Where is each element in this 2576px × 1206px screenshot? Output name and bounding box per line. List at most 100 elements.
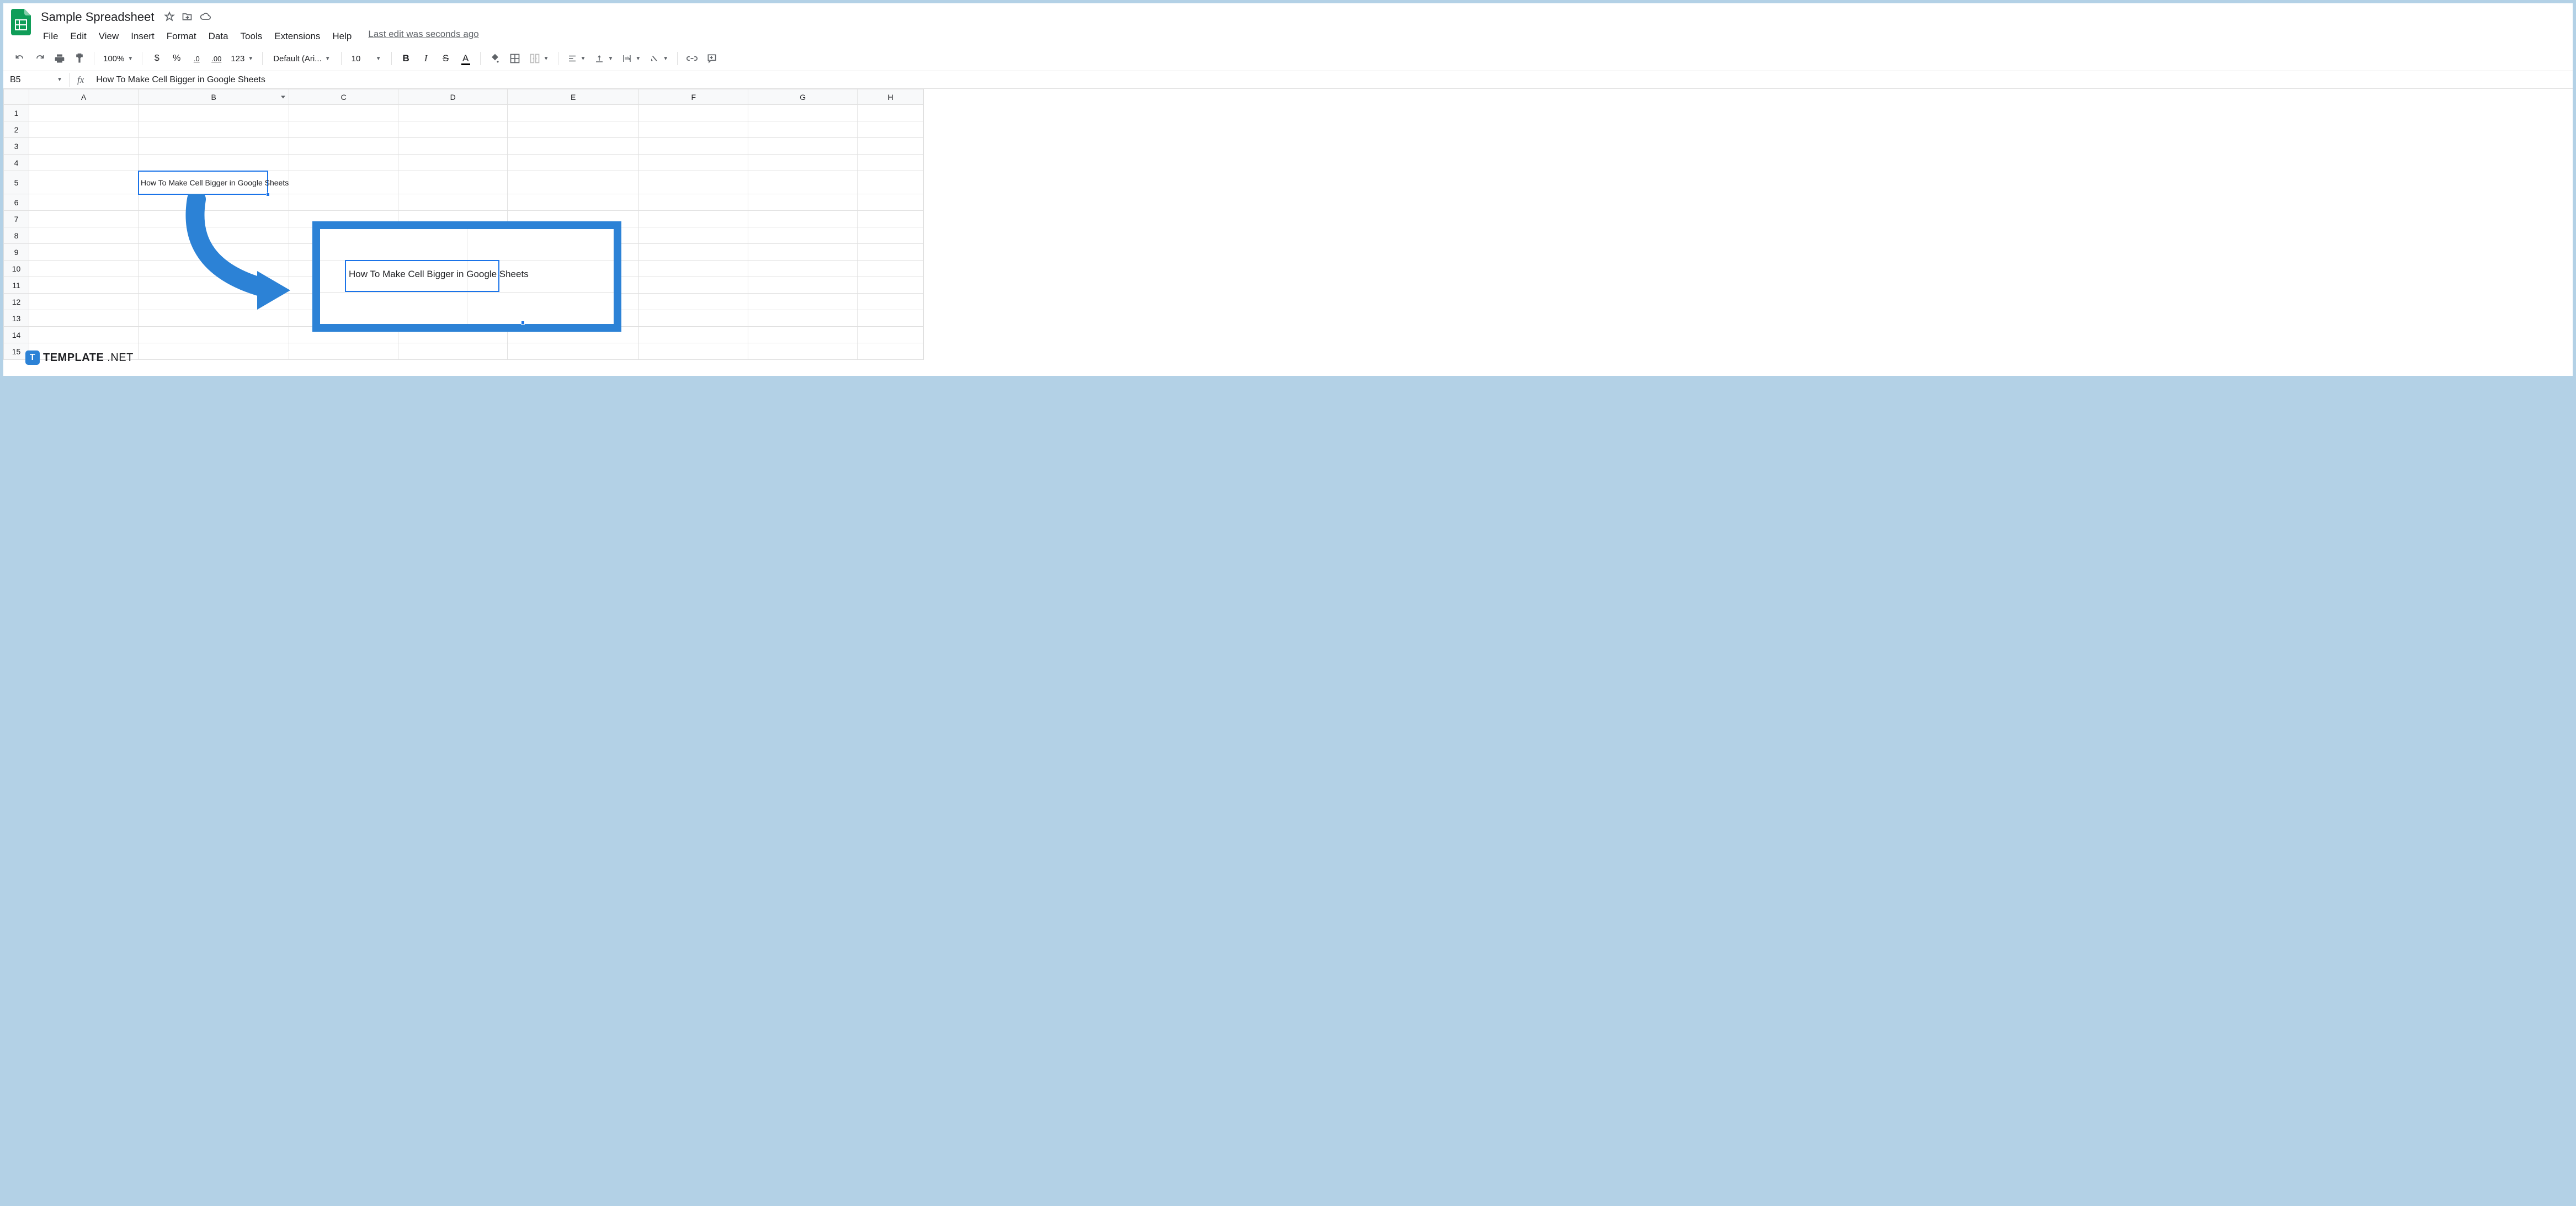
cell[interactable] bbox=[858, 261, 924, 277]
menu-help[interactable]: Help bbox=[327, 29, 357, 44]
move-icon[interactable] bbox=[182, 11, 193, 24]
cell[interactable] bbox=[748, 227, 858, 244]
col-header-c[interactable]: C bbox=[289, 89, 398, 105]
cell[interactable] bbox=[639, 294, 748, 310]
row-header-12[interactable]: 12 bbox=[4, 294, 29, 310]
cell[interactable] bbox=[139, 310, 289, 327]
cell[interactable] bbox=[508, 343, 639, 360]
col-header-d[interactable]: D bbox=[398, 89, 508, 105]
cell[interactable] bbox=[29, 310, 139, 327]
cell[interactable] bbox=[858, 211, 924, 227]
cell[interactable] bbox=[748, 194, 858, 211]
cell[interactable] bbox=[289, 343, 398, 360]
cell[interactable] bbox=[508, 121, 639, 138]
cell[interactable] bbox=[858, 194, 924, 211]
align-dropdown[interactable]: ▼ bbox=[564, 54, 589, 63]
cell[interactable] bbox=[508, 155, 639, 171]
cell[interactable] bbox=[639, 121, 748, 138]
sheets-logo-icon[interactable] bbox=[10, 8, 32, 36]
menu-edit[interactable]: Edit bbox=[65, 29, 92, 44]
decrease-decimal-button[interactable]: .0 bbox=[188, 50, 205, 67]
cell[interactable] bbox=[748, 121, 858, 138]
menu-format[interactable]: Format bbox=[161, 29, 202, 44]
row-header-9[interactable]: 9 bbox=[4, 244, 29, 261]
row-header-8[interactable]: 8 bbox=[4, 227, 29, 244]
cell[interactable] bbox=[639, 227, 748, 244]
cell[interactable] bbox=[139, 343, 289, 360]
fill-color-icon[interactable] bbox=[486, 50, 504, 67]
cell[interactable] bbox=[858, 310, 924, 327]
cell[interactable] bbox=[748, 211, 858, 227]
cell-b5[interactable]: How To Make Cell Bigger in Google Sheets bbox=[139, 171, 289, 194]
cell[interactable] bbox=[29, 261, 139, 277]
cell[interactable] bbox=[139, 121, 289, 138]
row-header-7[interactable]: 7 bbox=[4, 211, 29, 227]
cell[interactable] bbox=[29, 294, 139, 310]
cell[interactable] bbox=[29, 194, 139, 211]
cell[interactable] bbox=[748, 105, 858, 121]
valign-dropdown[interactable]: ▼ bbox=[591, 54, 616, 63]
bold-button[interactable]: B bbox=[397, 50, 415, 67]
cell[interactable] bbox=[29, 138, 139, 155]
row-header-11[interactable]: 11 bbox=[4, 277, 29, 294]
cell[interactable] bbox=[748, 343, 858, 360]
document-title[interactable]: Sample Spreadsheet bbox=[38, 9, 157, 25]
text-color-button[interactable]: A bbox=[457, 50, 475, 67]
cell[interactable] bbox=[748, 327, 858, 343]
cell[interactable] bbox=[639, 244, 748, 261]
menu-data[interactable]: Data bbox=[203, 29, 234, 44]
col-header-f[interactable]: F bbox=[639, 89, 748, 105]
cell[interactable] bbox=[398, 121, 508, 138]
cell[interactable] bbox=[858, 277, 924, 294]
cell[interactable] bbox=[29, 211, 139, 227]
cell[interactable] bbox=[639, 327, 748, 343]
row-header-2[interactable]: 2 bbox=[4, 121, 29, 138]
cell[interactable] bbox=[29, 327, 139, 343]
merge-cells-dropdown[interactable]: ▼ bbox=[526, 53, 552, 64]
cell[interactable] bbox=[748, 244, 858, 261]
cell[interactable] bbox=[748, 310, 858, 327]
cell[interactable] bbox=[29, 105, 139, 121]
select-all-corner[interactable] bbox=[4, 89, 29, 105]
menu-view[interactable]: View bbox=[93, 29, 125, 44]
print-icon[interactable] bbox=[51, 50, 68, 67]
cell[interactable] bbox=[639, 310, 748, 327]
cell[interactable] bbox=[508, 171, 639, 194]
col-header-h[interactable]: H bbox=[858, 89, 924, 105]
cell[interactable] bbox=[639, 105, 748, 121]
cell[interactable] bbox=[858, 121, 924, 138]
cell[interactable] bbox=[139, 155, 289, 171]
col-header-b[interactable]: B bbox=[139, 89, 289, 105]
cell[interactable] bbox=[289, 155, 398, 171]
row-header-10[interactable]: 10 bbox=[4, 261, 29, 277]
zoom-dropdown[interactable]: 100%▼ bbox=[100, 54, 136, 63]
cell[interactable] bbox=[29, 227, 139, 244]
cell[interactable] bbox=[639, 194, 748, 211]
formula-input[interactable]: How To Make Cell Bigger in Google Sheets bbox=[92, 73, 2573, 87]
cell[interactable] bbox=[139, 327, 289, 343]
strikethrough-button[interactable]: S bbox=[437, 50, 455, 67]
undo-icon[interactable] bbox=[11, 50, 29, 67]
menu-extensions[interactable]: Extensions bbox=[269, 29, 326, 44]
cell[interactable] bbox=[398, 138, 508, 155]
cell[interactable] bbox=[639, 171, 748, 194]
cell[interactable] bbox=[289, 105, 398, 121]
cell[interactable] bbox=[398, 194, 508, 211]
cell[interactable] bbox=[858, 327, 924, 343]
row-header-1[interactable]: 1 bbox=[4, 105, 29, 121]
cloud-status-icon[interactable] bbox=[199, 11, 211, 24]
menu-file[interactable]: File bbox=[38, 29, 63, 44]
cell[interactable] bbox=[748, 155, 858, 171]
cell[interactable] bbox=[508, 138, 639, 155]
cell[interactable] bbox=[29, 121, 139, 138]
redo-icon[interactable] bbox=[31, 50, 49, 67]
number-format-dropdown[interactable]: 123▼ bbox=[227, 54, 257, 63]
cell[interactable] bbox=[508, 194, 639, 211]
cell[interactable] bbox=[289, 171, 398, 194]
comment-icon[interactable] bbox=[703, 50, 721, 67]
cell[interactable] bbox=[748, 294, 858, 310]
col-header-e[interactable]: E bbox=[508, 89, 639, 105]
borders-icon[interactable] bbox=[506, 50, 524, 67]
cell[interactable] bbox=[639, 155, 748, 171]
cell[interactable] bbox=[748, 171, 858, 194]
